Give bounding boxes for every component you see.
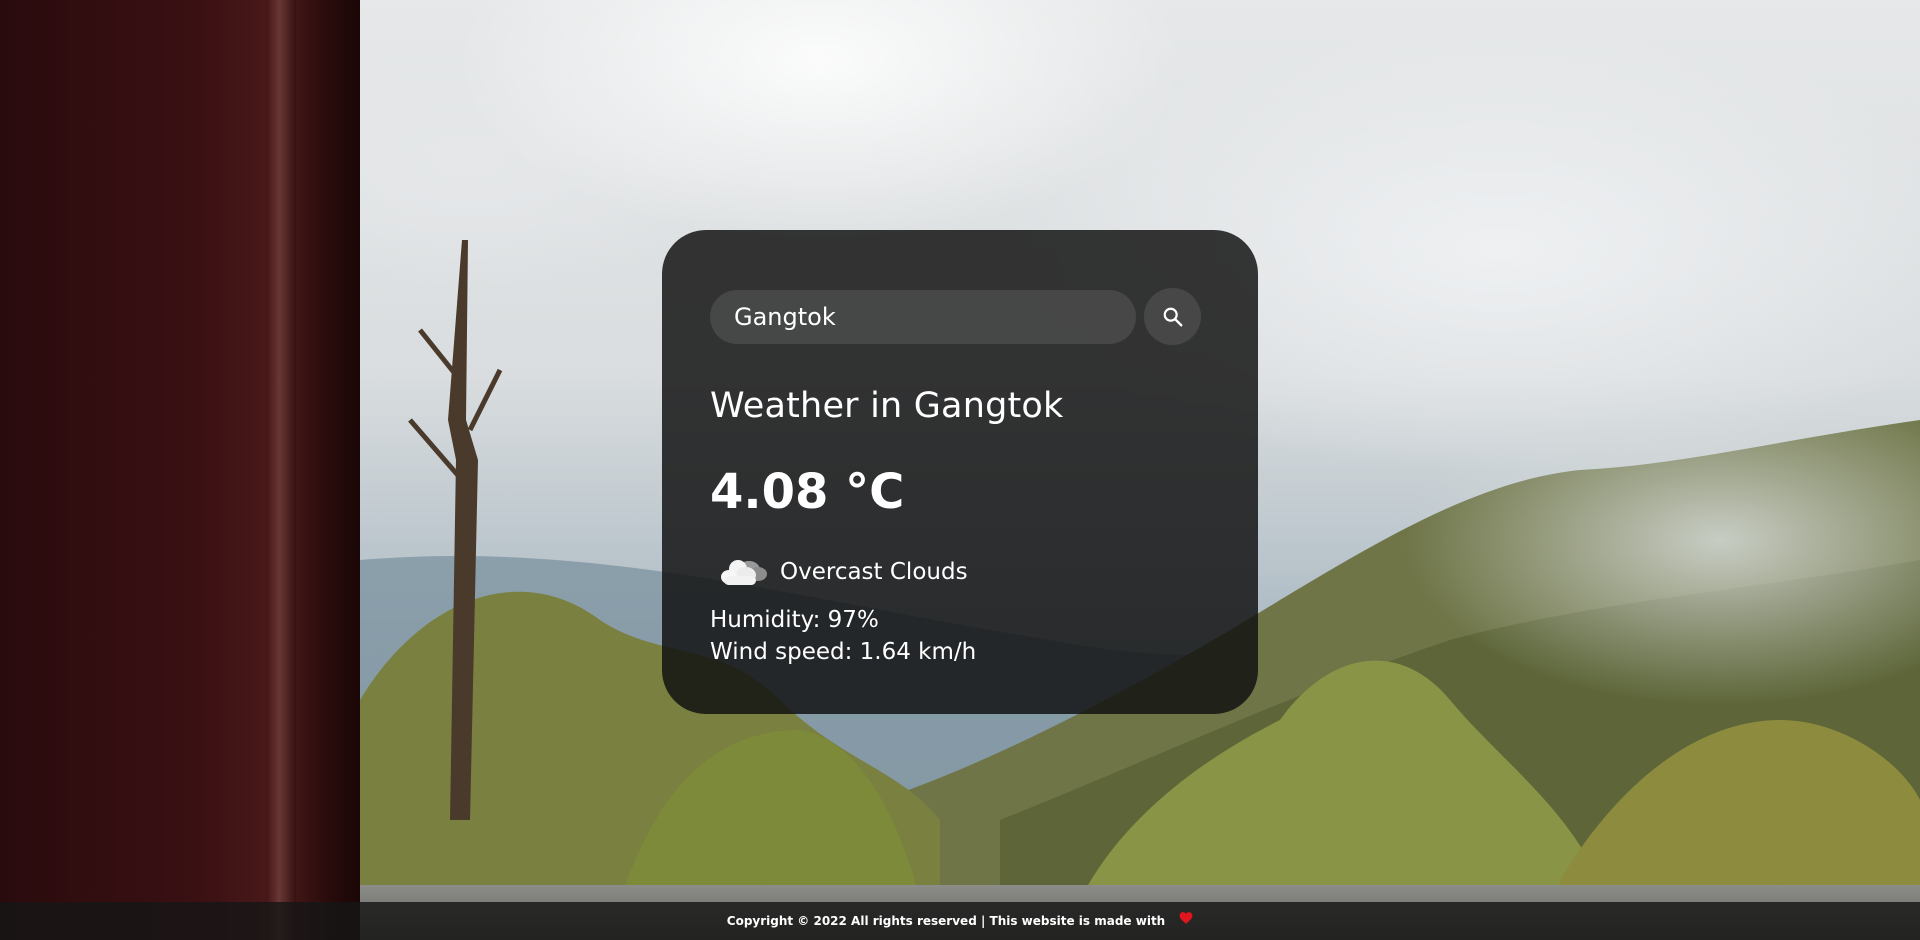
background-curtain (0, 0, 360, 940)
overcast-clouds-icon (721, 560, 767, 586)
search-bar (710, 288, 1202, 345)
background-curtain-edge (268, 0, 296, 940)
wind-speed-text: Wind speed: 1.64 km/h (710, 639, 977, 666)
search-button[interactable] (1144, 288, 1201, 345)
weather-description: Overcast Clouds (780, 559, 968, 586)
copyright-text: Copyright © 2022 All rights reserved | T… (726, 914, 1166, 928)
weather-card: Weather in Gangtok 4.08 °C Overcast Clou… (662, 230, 1258, 714)
temperature-value: 4.08 °C (710, 463, 905, 520)
weather-condition: Overcast Clouds (710, 552, 1202, 592)
search-input[interactable] (710, 289, 1136, 344)
heart-icon (1179, 912, 1193, 924)
footer: Copyright © 2022 All rights reserved | T… (0, 902, 1920, 940)
city-title: Weather in Gangtok (710, 386, 1064, 426)
humidity-text: Humidity: 97% (710, 607, 879, 634)
background-mist (1200, 380, 1920, 800)
search-icon (1163, 307, 1182, 326)
weather-page: Weather in Gangtok 4.08 °C Overcast Clou… (0, 0, 1920, 940)
